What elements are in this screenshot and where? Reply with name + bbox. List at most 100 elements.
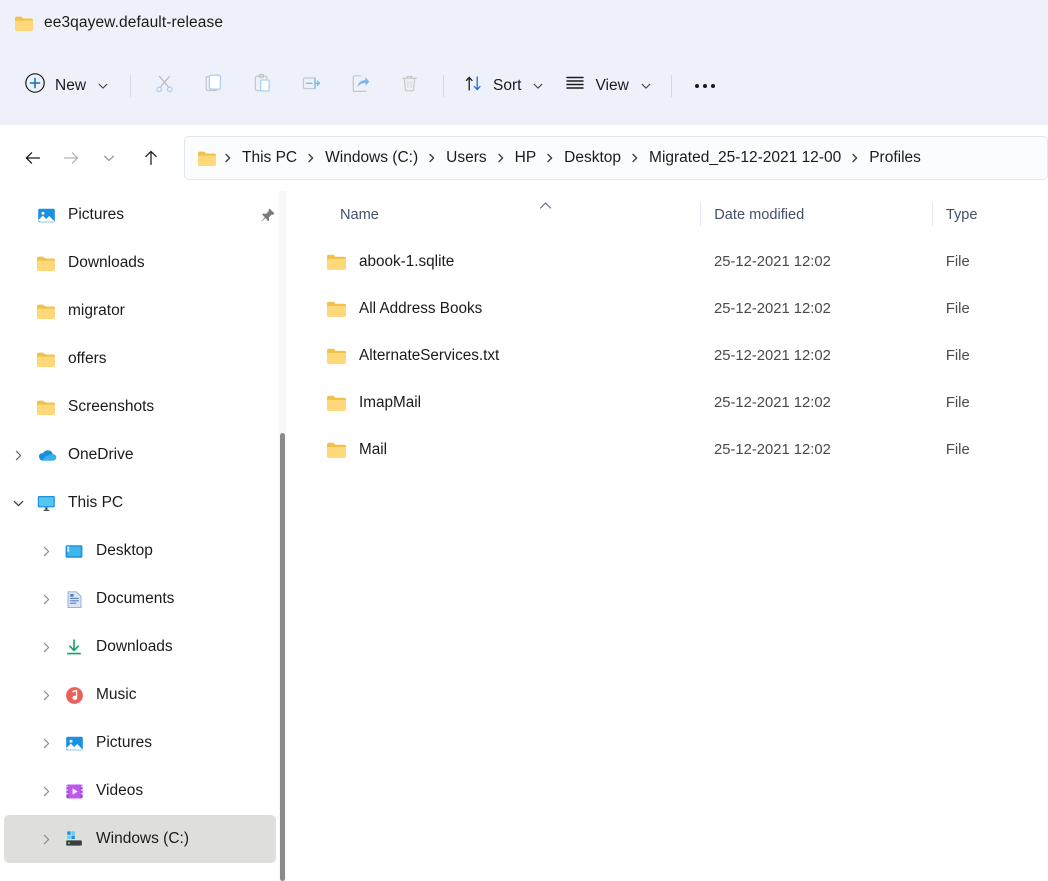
copy-button[interactable] — [189, 66, 238, 106]
sidebar-item-label: This PC — [68, 494, 124, 511]
file-name-cell: Mail — [294, 426, 700, 473]
sidebar-item-offers[interactable]: offers — [4, 335, 276, 383]
chevron-right-icon[interactable] — [32, 767, 60, 815]
sidebar-item-label: Screenshots — [68, 398, 155, 415]
chevron-down-icon — [104, 155, 114, 162]
sidebar-item-label: Pictures — [68, 206, 124, 223]
navigation-bar: This PC Windows (C:) Users HP Desktop Mi… — [0, 125, 1048, 191]
onedrive-icon — [32, 447, 60, 463]
new-label: New — [55, 76, 87, 94]
sidebar-item-music[interactable]: Music — [4, 671, 276, 719]
breadcrumb-item-migrated[interactable]: Migrated_25-12-2021 12-00 — [644, 146, 846, 170]
drive-icon — [60, 830, 88, 848]
recent-locations-button[interactable] — [90, 139, 128, 177]
sidebar-scrollbar[interactable] — [279, 191, 286, 881]
column-header-label: Date modified — [714, 206, 805, 223]
see-more-button[interactable] — [681, 66, 729, 106]
file-name-cell: All Address Books — [294, 285, 700, 332]
column-header-name[interactable]: Name — [294, 191, 700, 238]
chevron-right-icon[interactable] — [32, 623, 60, 671]
chevron-down-icon[interactable] — [4, 479, 32, 527]
new-button[interactable]: New — [14, 66, 121, 106]
paste-button[interactable] — [238, 66, 287, 106]
cut-button[interactable] — [140, 66, 189, 106]
folder-icon — [32, 255, 60, 272]
chevron-right-icon[interactable] — [32, 719, 60, 767]
sort-button[interactable]: Sort — [453, 66, 554, 106]
chevron-right-icon[interactable] — [32, 575, 60, 623]
table-row[interactable]: ImapMail 25-12-2021 12:02 File — [294, 379, 1048, 426]
window-title: ee3qayew.default-release — [44, 14, 224, 31]
sidebar-item-migrator[interactable]: migrator — [4, 287, 276, 335]
breadcrumb-separator — [492, 152, 510, 164]
chevron-down-icon[interactable] — [97, 80, 109, 92]
table-row[interactable]: Mail 25-12-2021 12:02 File — [294, 426, 1048, 473]
sidebar-item-label: Downloads — [68, 254, 145, 271]
share-button[interactable] — [336, 66, 385, 106]
arrow-right-icon — [63, 152, 79, 164]
pin-icon[interactable] — [260, 207, 276, 223]
sidebar-item-downloads[interactable]: Downloads — [4, 623, 276, 671]
breadcrumb-item-this-pc[interactable]: This PC — [237, 146, 302, 170]
sidebar-item-pictures-quick[interactable]: Pictures — [4, 191, 276, 239]
folder-icon — [32, 351, 60, 368]
toolbar-divider-3 — [670, 74, 672, 97]
chevron-down-icon[interactable] — [640, 80, 652, 92]
chevron-right-icon[interactable] — [32, 527, 60, 575]
plus-circle-icon — [24, 72, 46, 99]
file-name-label: abook-1.sqlite — [359, 252, 455, 270]
arrow-left-icon — [25, 152, 41, 164]
chevron-right-icon[interactable] — [4, 431, 32, 479]
table-row[interactable]: abook-1.sqlite 25-12-2021 12:02 File — [294, 238, 1048, 285]
sidebar-item-desktop[interactable]: Desktop — [4, 527, 276, 575]
sidebar-item-label: Downloads — [96, 638, 173, 655]
forward-button[interactable] — [52, 139, 90, 177]
view-button[interactable]: View — [554, 66, 661, 106]
rename-icon — [301, 73, 322, 99]
sidebar-scrollbar-thumb[interactable] — [280, 432, 285, 881]
up-button[interactable] — [132, 139, 170, 177]
breadcrumb-item-users[interactable]: Users — [441, 146, 491, 170]
breadcrumb-item-desktop[interactable]: Desktop — [559, 146, 626, 170]
back-button[interactable] — [14, 139, 52, 177]
folder-icon — [326, 441, 347, 459]
column-header-date-modified[interactable]: Date modified — [700, 191, 932, 238]
address-bar[interactable]: This PC Windows (C:) Users HP Desktop Mi… — [184, 136, 1048, 180]
copy-icon — [203, 73, 224, 99]
sidebar-item-label: Windows (C:) — [96, 830, 190, 847]
sidebar-item-screenshots[interactable]: Screenshots — [4, 383, 276, 431]
table-row[interactable]: AlternateServices.txt 25-12-2021 12:02 F… — [294, 332, 1048, 379]
table-row[interactable]: All Address Books 25-12-2021 12:02 File — [294, 285, 1048, 332]
breadcrumb-separator — [541, 152, 559, 164]
chevron-down-icon[interactable] — [532, 80, 544, 92]
breadcrumb-item-profiles[interactable]: Profiles — [864, 146, 926, 170]
sidebar-item-this-pc[interactable]: This PC — [4, 479, 276, 527]
column-header-type[interactable]: Type — [931, 191, 1048, 238]
chevron-right-icon[interactable] — [32, 815, 60, 863]
sidebar-item-pictures[interactable]: Pictures — [4, 719, 276, 767]
file-name-cell: ImapMail — [294, 379, 700, 426]
sidebar-item-windows-c[interactable]: Windows (C:) — [4, 815, 276, 863]
folder-icon — [14, 15, 34, 32]
rename-button[interactable] — [287, 66, 336, 106]
file-name-cell: abook-1.sqlite — [294, 238, 700, 285]
file-type-cell: File — [945, 347, 970, 364]
sidebar-item-videos[interactable]: Videos — [4, 767, 276, 815]
file-type-cell: File — [945, 253, 970, 270]
breadcrumb-item-hp[interactable]: HP — [510, 146, 542, 170]
music-icon — [60, 686, 88, 705]
sidebar-item-documents[interactable]: Documents — [4, 575, 276, 623]
clipboard-icon — [252, 73, 273, 99]
breadcrumb-separator — [846, 152, 864, 164]
delete-button[interactable] — [385, 66, 434, 106]
file-name-label: AlternateServices.txt — [359, 346, 500, 364]
sidebar-item-onedrive[interactable]: OneDrive — [4, 431, 276, 479]
file-date-cell: 25-12-2021 12:02 — [713, 394, 831, 411]
thispc-icon — [32, 494, 60, 512]
breadcrumb-item-windows-c[interactable]: Windows (C:) — [320, 146, 423, 170]
sidebar-item-downloads-quick[interactable]: Downloads — [4, 239, 276, 287]
pictures-icon — [60, 734, 88, 753]
sidebar-item-label: Documents — [96, 590, 175, 607]
file-name-label: Mail — [359, 440, 388, 458]
chevron-right-icon[interactable] — [32, 671, 60, 719]
